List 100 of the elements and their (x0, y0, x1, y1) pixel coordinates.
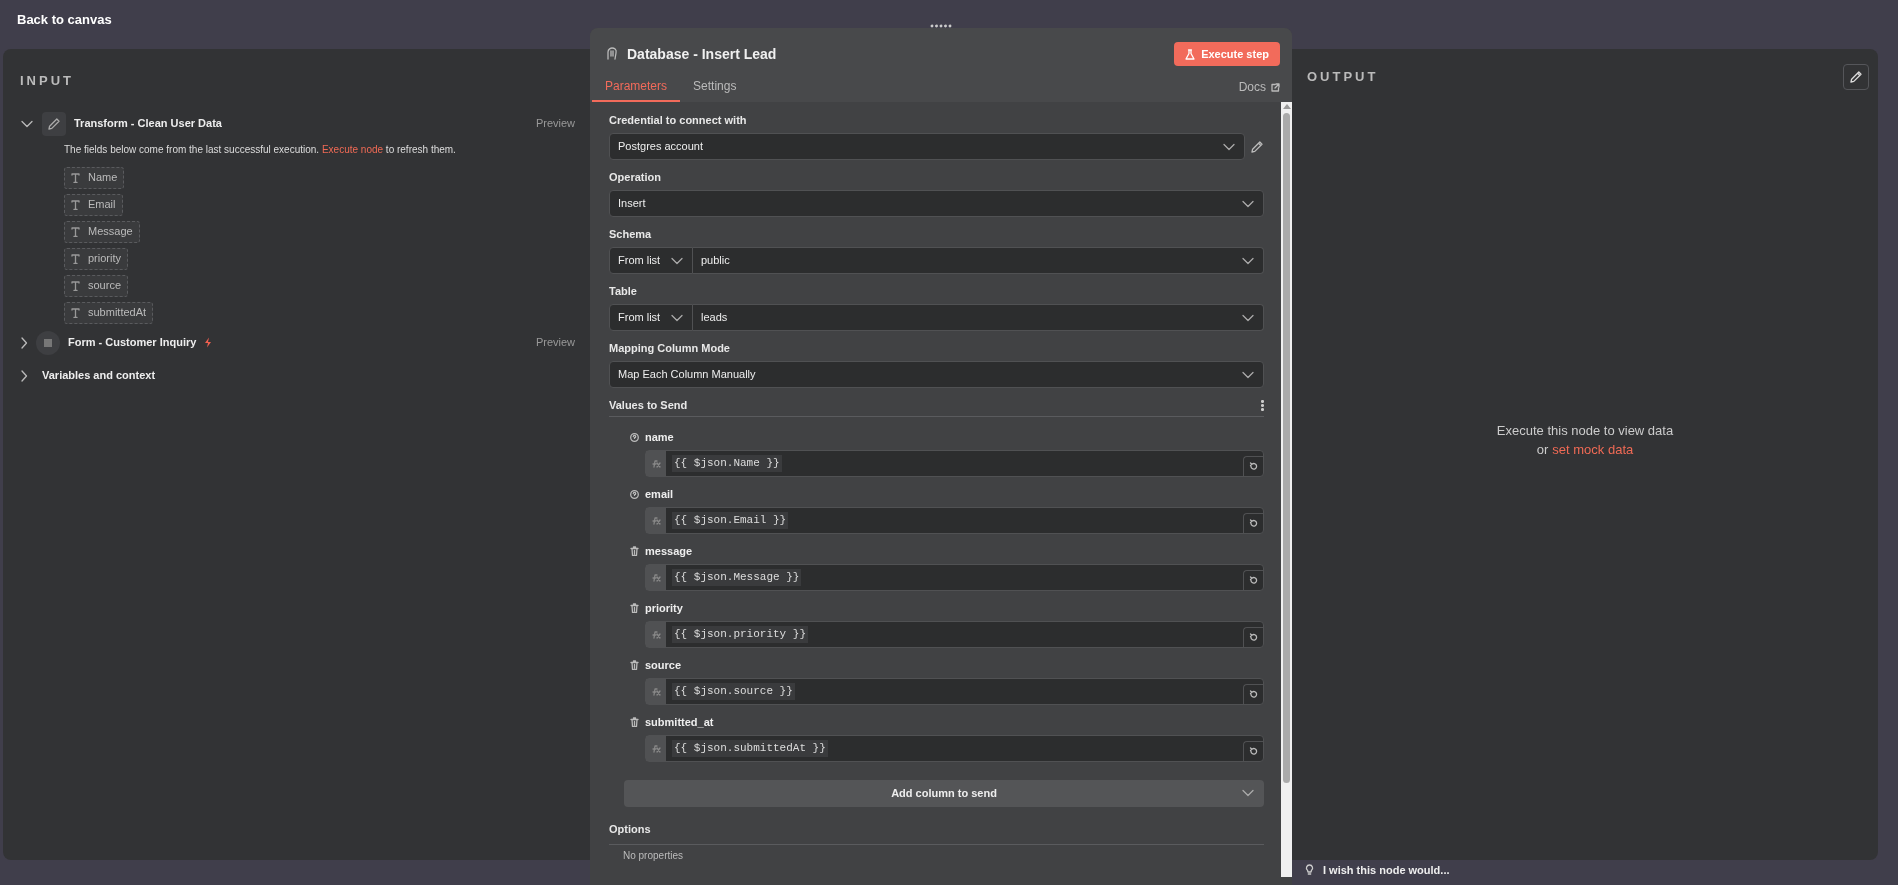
mode-select[interactable]: From list (609, 304, 693, 331)
execute-node-link[interactable]: Execute node (321, 143, 384, 155)
trash-icon[interactable] (630, 717, 639, 727)
fx-icon (651, 630, 661, 639)
trash-icon[interactable] (630, 546, 639, 556)
column-label: submitted_at (645, 714, 714, 730)
reset-button[interactable] (1243, 627, 1263, 647)
reset-button[interactable] (1243, 456, 1263, 476)
edit-button[interactable] (1843, 64, 1869, 90)
fx-icon (651, 516, 661, 525)
flask-icon (1185, 48, 1196, 60)
expression-field[interactable]: {{ $json.Name }} (645, 450, 1264, 477)
field-pill[interactable]: priority (64, 247, 128, 270)
help-icon[interactable] (630, 432, 639, 442)
tab[interactable]: Settings (680, 72, 750, 102)
panel-title: Database - Insert Lead (627, 44, 777, 64)
pencil-icon (1849, 70, 1863, 84)
expression-text: {{ $json.priority }} (672, 626, 809, 643)
hint-text: The fields below come from the last successful execution. Execute node to refresh them. (64, 142, 457, 157)
reset-icon (1249, 690, 1258, 699)
reset-icon (1249, 462, 1258, 471)
text-type-icon (71, 253, 80, 264)
more-options-icon[interactable] (1261, 400, 1264, 411)
fx-icon (651, 687, 661, 696)
field-pill[interactable]: Name (64, 166, 125, 189)
external-link-icon (1271, 82, 1280, 92)
preview-link[interactable]: Preview (535, 334, 575, 351)
field-pill[interactable]: Message (64, 220, 140, 243)
select-field[interactable]: Insert (609, 190, 1264, 217)
or-text: or (1536, 441, 1549, 459)
chevron-down-icon (1242, 313, 1254, 322)
chevron-down-icon (1242, 789, 1254, 797)
expression-field[interactable]: {{ $json.priority }} (645, 621, 1264, 648)
chevron-down-icon[interactable] (21, 119, 33, 128)
text-type-icon (71, 199, 80, 210)
empty-options-text: No properties (623, 849, 684, 863)
expression-text: {{ $json.submittedAt }} (672, 740, 828, 757)
panel-title: INPUT (20, 72, 75, 90)
chevron-right-icon[interactable] (20, 336, 28, 349)
mode-select[interactable]: From list (609, 247, 693, 274)
chevron-down-icon (1223, 142, 1235, 151)
back-link[interactable]: Back to canvas (17, 10, 112, 30)
expression-field[interactable]: {{ $json.Email }} (645, 507, 1264, 534)
field-pill[interactable]: submittedAt (64, 301, 154, 324)
expression-text: {{ $json.Name }} (672, 455, 782, 472)
select-field[interactable]: Postgres account (609, 133, 1245, 160)
panel-title: OUTPUT (1307, 68, 1379, 87)
select-field[interactable]: Map Each Column Manually (609, 361, 1264, 388)
text-type-icon (71, 172, 80, 183)
trash-icon[interactable] (630, 603, 639, 613)
reset-button[interactable] (1243, 741, 1263, 761)
add-column-button[interactable]: Add column to send (624, 780, 1264, 807)
expression-text: {{ $json.Email }} (672, 512, 789, 529)
docs-link[interactable]: Docs (1238, 78, 1280, 96)
select-field[interactable]: leads (693, 304, 1264, 331)
section-toggle[interactable]: Variables and context (42, 367, 156, 384)
scrollbar[interactable] (1281, 102, 1292, 877)
mock-data-link[interactable]: set mock data (1552, 440, 1634, 460)
trash-icon[interactable] (630, 660, 639, 670)
fx-icon (651, 459, 661, 468)
text-type-icon (71, 280, 80, 291)
drag-handle-icon[interactable] (930, 24, 952, 28)
expression-text: {{ $json.source }} (672, 683, 795, 700)
preview-link[interactable]: Preview (535, 115, 575, 132)
chevron-down-icon (1242, 256, 1254, 265)
chevron-down-icon (1242, 199, 1254, 208)
reset-icon (1249, 747, 1258, 756)
section-title: Values to Send (609, 398, 688, 414)
chevron-right-icon[interactable] (20, 369, 28, 382)
select-field[interactable]: public (693, 247, 1264, 274)
field-label: Schema (609, 227, 653, 240)
help-icon[interactable] (630, 489, 639, 499)
expression-field[interactable]: {{ $json.Message }} (645, 564, 1264, 591)
column-label: email (645, 486, 674, 502)
chevron-down-icon (671, 313, 683, 322)
text-type-icon (71, 307, 80, 318)
pencil-icon[interactable] (1250, 139, 1264, 154)
expression-field[interactable]: {{ $json.source }} (645, 678, 1264, 705)
chevron-down-icon (1242, 370, 1254, 379)
field-label: Mapping Column Mode (609, 341, 731, 354)
node-name[interactable]: Transform - Clean User Data (74, 115, 222, 132)
field-label: Operation (609, 170, 662, 183)
expression-text: {{ $json.Message }} (672, 569, 802, 586)
fx-icon (651, 573, 661, 582)
section-title: Options (609, 823, 651, 835)
column-label: priority (645, 600, 683, 616)
fx-icon (651, 744, 661, 753)
reset-button[interactable] (1243, 513, 1263, 533)
feedback-text[interactable]: I wish this node would... (1323, 862, 1450, 879)
reset-button[interactable] (1243, 570, 1263, 590)
chevron-down-icon (671, 256, 683, 265)
lightbulb-icon (1305, 864, 1314, 877)
reset-button[interactable] (1243, 684, 1263, 704)
reset-icon (1249, 576, 1258, 585)
field-label: Credential to connect with (609, 113, 748, 126)
node-name[interactable]: Form - Customer Inquiry (68, 334, 197, 351)
empty-message: Execute this node to view data (1496, 421, 1674, 440)
field-pill[interactable]: Email (64, 193, 123, 216)
field-pill[interactable]: source (64, 274, 129, 297)
expression-field[interactable]: {{ $json.submittedAt }} (645, 735, 1264, 762)
